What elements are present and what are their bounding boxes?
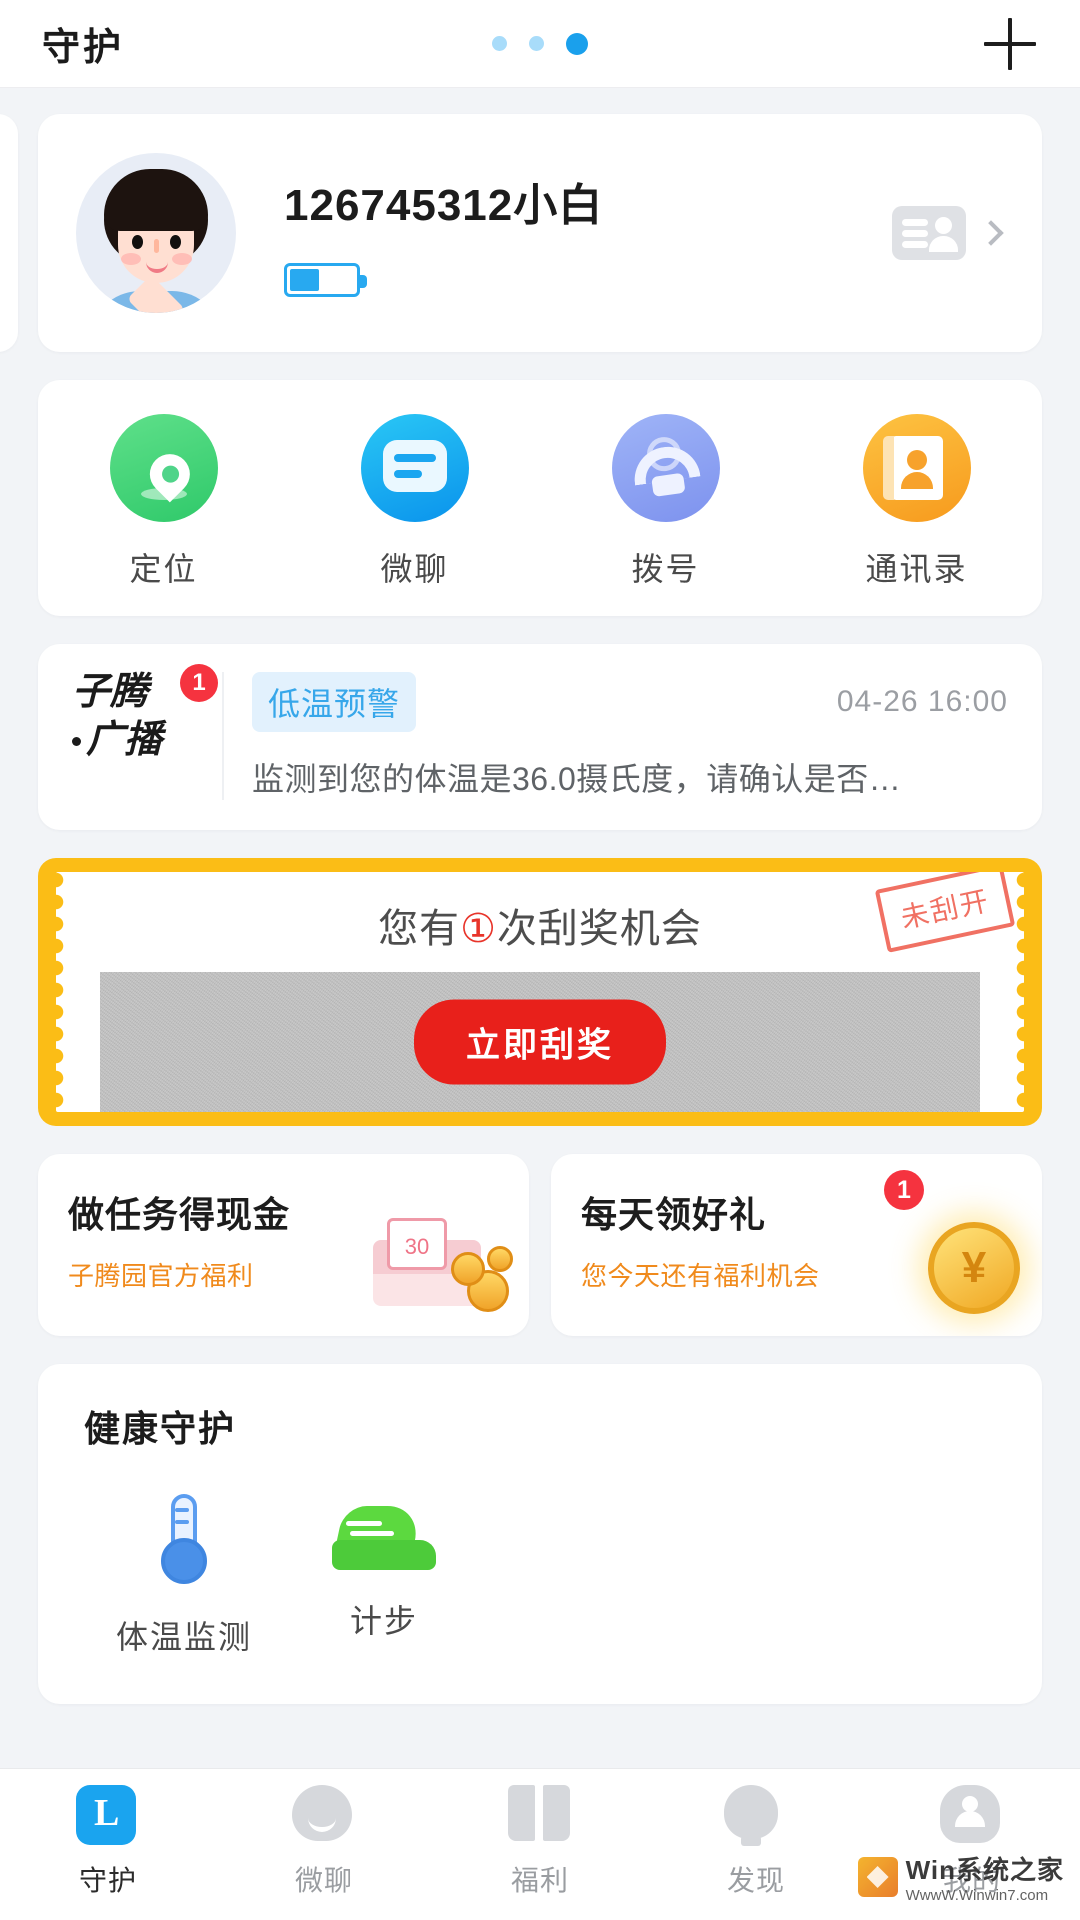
tab-label: 福利 — [510, 1865, 569, 1896]
scratch-count: ① — [460, 907, 497, 951]
watermark: Win系统之家 WwwW.Winwin7.com — [857, 1850, 1064, 1904]
tab-label: 微聊 — [294, 1865, 353, 1896]
user-name: 126745312小白 — [284, 181, 604, 230]
quick-nav-card: 定位 微聊 拨号 通讯录 — [38, 380, 1042, 616]
health-item-steps[interactable]: 计步 — [284, 1494, 484, 1658]
promo-card-gifts[interactable]: 每天领好礼 您今天还有福利机会 1 ¥ — [551, 1154, 1042, 1336]
quick-nav-label: 通讯录 — [865, 551, 968, 587]
book-icon — [508, 1785, 570, 1841]
phone-dial-icon — [611, 414, 720, 522]
add-device-button[interactable] — [984, 17, 1036, 70]
watermark-logo-icon — [857, 1857, 898, 1897]
quick-nav-label: 微聊 — [380, 551, 449, 587]
promo-badge: 1 — [884, 1170, 924, 1210]
location-pin-icon — [109, 414, 218, 522]
avatar — [76, 153, 236, 313]
person-icon — [940, 1785, 1000, 1843]
tab-benefits[interactable]: 福利 — [432, 1785, 648, 1920]
user-info: 126745312小白 — [284, 169, 892, 297]
health-item-label: 体温监测 — [115, 1619, 252, 1655]
gold-coin-icon: ¥ — [928, 1222, 1020, 1314]
watermark-title: Win系统之家 — [905, 1855, 1064, 1885]
watermark-subtitle: WwwW.Winwin7.com — [905, 1887, 1049, 1904]
bulb-icon — [724, 1785, 778, 1846]
broadcast-tag: 低温预警 — [252, 672, 417, 732]
app-header: 守护 — [0, 0, 1080, 88]
broadcast-logo: 子腾 广播 1 — [72, 664, 224, 800]
page-dot-3[interactable] — [566, 32, 588, 55]
health-section-title: 健康守护 — [84, 1408, 237, 1449]
scratch-foil-area[interactable]: 立即刮奖 — [100, 972, 980, 1112]
contact-card-icon[interactable] — [892, 206, 966, 260]
battery-fill — [290, 269, 319, 291]
broadcast-time: 04-26 16:00 — [836, 685, 1008, 718]
quick-nav-item-location[interactable]: 定位 — [38, 414, 289, 590]
thermometer-icon — [143, 1494, 225, 1586]
page-indicator-dots[interactable] — [492, 32, 588, 55]
user-card-carousel: 126745312小白 — [0, 88, 1080, 352]
health-section: 健康守护 体温监测 计步 — [38, 1364, 1042, 1704]
chevron-right-icon[interactable] — [978, 220, 1004, 246]
tab-guard[interactable]: 守护 — [0, 1785, 216, 1920]
promo-row: 做任务得现金 子腾园官方福利 30 每天领好礼 您今天还有福利机会 1 ¥ — [38, 1154, 1042, 1336]
battery-indicator — [284, 263, 367, 297]
quick-nav-item-chat[interactable]: 微聊 — [289, 414, 540, 590]
page-dot-1[interactable] — [492, 36, 507, 51]
chat-icon — [292, 1785, 352, 1841]
scratch-card[interactable]: 您有①次刮奖机会 立即刮奖 未刮开 — [38, 858, 1042, 1126]
broadcast-content: 低温预警 04-26 16:00 监测到您的体温是36.0摄氏度，请确认是否… — [252, 672, 1008, 800]
health-item-temperature[interactable]: 体温监测 — [84, 1494, 284, 1658]
broadcast-logo-line2: 广播 — [72, 719, 204, 762]
chat-bubble-icon — [360, 414, 469, 522]
perforation-left — [56, 872, 72, 1112]
contacts-book-icon — [862, 414, 971, 522]
quick-nav-label: 拨号 — [631, 551, 700, 587]
broadcast-badge: 1 — [180, 664, 218, 702]
broadcast-card[interactable]: 子腾 广播 1 低温预警 04-26 16:00 监测到您的体温是36.0摄氏度… — [38, 644, 1042, 830]
tab-discover[interactable]: 发现 — [648, 1785, 864, 1920]
carousel-peek-card[interactable] — [0, 114, 18, 352]
broadcast-message: 监测到您的体温是36.0摄氏度，请确认是否… — [252, 761, 902, 797]
main-scroll-area[interactable]: 126745312小白 定位 微聊 拨号 通讯录 子腾 广播 1 低温预警 04… — [0, 88, 1080, 1768]
page-title: 守护 — [42, 27, 125, 69]
running-shoe-icon — [332, 1494, 436, 1570]
promo-card-tasks[interactable]: 做任务得现金 子腾园官方福利 30 — [38, 1154, 529, 1336]
user-card[interactable]: 126745312小白 — [38, 114, 1042, 352]
page-dot-2[interactable] — [529, 36, 544, 51]
scratch-now-button[interactable]: 立即刮奖 — [414, 999, 666, 1085]
shield-icon — [76, 1785, 136, 1845]
tab-label: 发现 — [726, 1865, 785, 1896]
quick-nav-item-dial[interactable]: 拨号 — [540, 414, 791, 590]
quick-nav-label: 定位 — [129, 551, 198, 587]
quick-nav-item-contacts[interactable]: 通讯录 — [791, 414, 1042, 590]
tab-label: 守护 — [78, 1865, 137, 1896]
envelope-calendar-coins-icon: 30 — [365, 1210, 515, 1320]
tab-chat[interactable]: 微聊 — [216, 1785, 432, 1920]
health-item-label: 计步 — [349, 1603, 418, 1639]
